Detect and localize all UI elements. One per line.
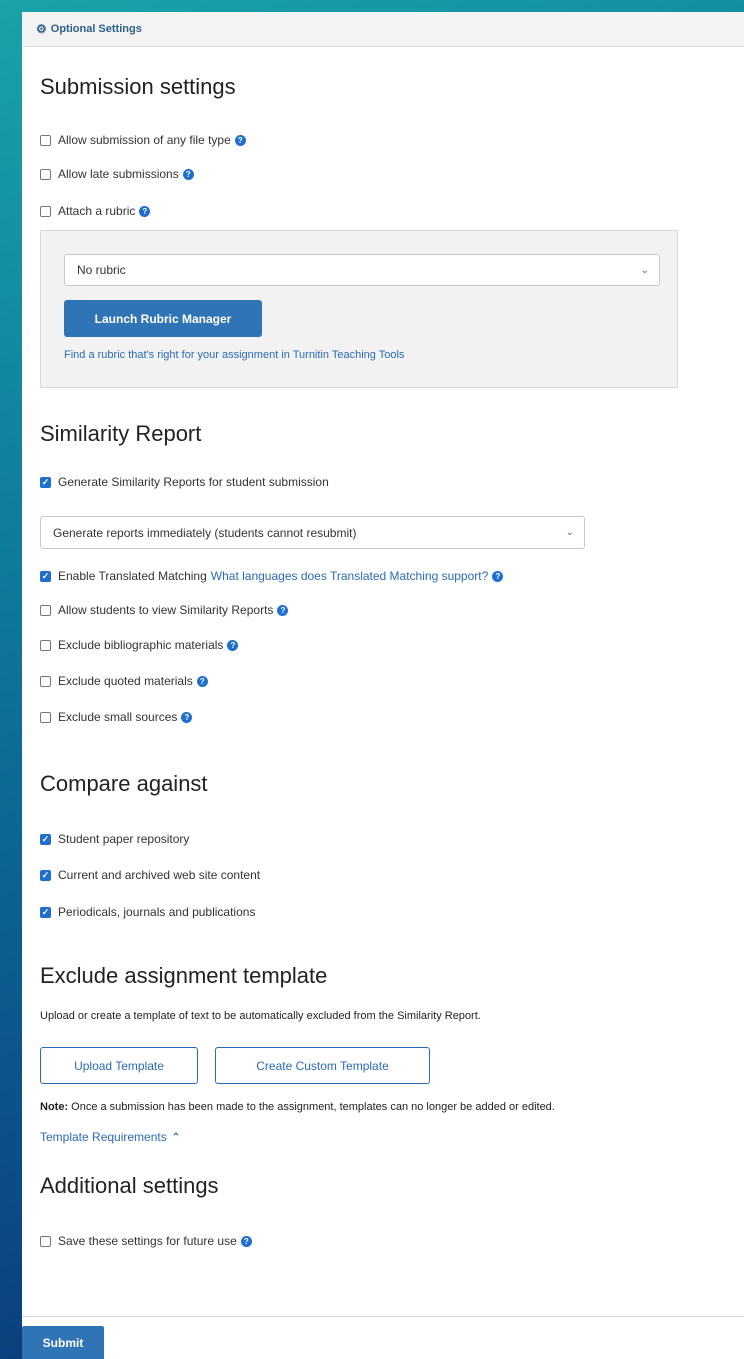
note-text: Once a submission has been made to the a… [68, 1101, 555, 1113]
similarity-report-heading: Similarity Report [40, 421, 202, 446]
option-exclude-small-sources[interactable]: Exclude small sources ? [40, 710, 193, 724]
help-icon[interactable]: ? [182, 168, 194, 180]
help-icon[interactable]: ? [181, 711, 193, 723]
generate-reports-checkbox[interactable] [40, 476, 51, 488]
option-attach-rubric[interactable]: Attach a rubric ? [40, 204, 151, 218]
option-save-settings[interactable]: Save these settings for future use ? [40, 1234, 252, 1248]
gear-icon: ⚙ [36, 22, 47, 36]
header-title: Optional Settings [50, 23, 142, 35]
option-label: Save these settings for future use [58, 1234, 237, 1248]
submission-settings-heading: Submission settings [40, 74, 236, 99]
option-any-file-type[interactable]: Allow submission of any file type ? [40, 133, 246, 147]
option-label: Periodicals, journals and publications [58, 905, 256, 919]
note-label: Note: [40, 1101, 69, 1113]
option-exclude-bibliographic[interactable]: Exclude bibliographic materials ? [40, 638, 239, 652]
upload-template-button[interactable]: Upload Template [40, 1047, 198, 1084]
option-exclude-quoted[interactable]: Exclude quoted materials ? [40, 674, 208, 688]
rubric-select[interactable]: No rubric ⌄ [64, 254, 660, 286]
option-periodicals[interactable]: Periodicals, journals and publications [40, 905, 255, 919]
chevron-down-icon: ⌄ [565, 527, 574, 538]
template-requirements-label: Template Requirements [40, 1130, 167, 1144]
late-submissions-checkbox[interactable] [40, 168, 51, 180]
option-label: Exclude quoted materials [58, 674, 193, 688]
option-label: Student paper repository [58, 832, 190, 846]
help-icon[interactable]: ? [234, 134, 246, 146]
chevron-up-icon: ⌃ [171, 1131, 181, 1143]
attach-rubric-checkbox[interactable] [40, 205, 51, 217]
option-label: Enable Translated Matching [58, 569, 207, 583]
any-file-type-checkbox[interactable] [40, 134, 51, 146]
option-translated-matching[interactable]: Enable Translated Matching What language… [40, 569, 504, 583]
exclude-quoted-checkbox[interactable] [40, 675, 51, 687]
translated-matching-languages-link[interactable]: What languages does Translated Matching … [211, 569, 489, 583]
template-note: Note: Once a submission has been made to… [40, 1101, 555, 1113]
option-label: Allow students to view Similarity Report… [58, 603, 274, 617]
option-label: Allow late submissions [58, 167, 179, 181]
help-icon[interactable]: ? [227, 639, 239, 651]
help-icon[interactable]: ? [277, 604, 289, 616]
template-requirements-link[interactable]: Template Requirements ⌃ [40, 1130, 180, 1144]
option-student-paper-repository[interactable]: Student paper repository [40, 832, 189, 846]
rubric-panel: No rubric ⌄ Launch Rubric Manager Find a… [40, 230, 678, 388]
submit-button[interactable]: Submit [22, 1326, 104, 1359]
turnitin-rubric-link[interactable]: Find a rubric that's right for your assi… [64, 349, 404, 361]
web-content-checkbox[interactable] [40, 869, 51, 881]
student-paper-repository-checkbox[interactable] [40, 833, 51, 845]
option-label: Exclude small sources [58, 710, 178, 724]
additional-settings-heading: Additional settings [40, 1173, 219, 1198]
exclude-small-sources-checkbox[interactable] [40, 711, 51, 723]
periodicals-checkbox[interactable] [40, 906, 51, 918]
report-generation-select[interactable]: Generate reports immediately (students c… [40, 516, 585, 549]
compare-against-heading: Compare against [40, 771, 208, 796]
option-generate-reports[interactable]: Generate Similarity Reports for student … [40, 475, 329, 489]
help-icon[interactable]: ? [139, 205, 151, 217]
save-settings-checkbox[interactable] [40, 1235, 51, 1247]
settings-panel: ⚙ Optional Settings Submission settings … [22, 12, 744, 1359]
option-label: Current and archived web site content [58, 868, 261, 882]
option-label: Allow submission of any file type [58, 133, 231, 147]
launch-rubric-manager-button[interactable]: Launch Rubric Manager [64, 300, 262, 337]
optional-settings-header[interactable]: ⚙ Optional Settings [22, 12, 744, 47]
translated-matching-checkbox[interactable] [40, 570, 51, 582]
help-icon[interactable]: ? [240, 1235, 252, 1247]
report-select-value: Generate reports immediately (students c… [53, 525, 357, 540]
exclude-bibliographic-checkbox[interactable] [40, 639, 51, 651]
option-web-content[interactable]: Current and archived web site content [40, 868, 260, 882]
create-custom-template-button[interactable]: Create Custom Template [215, 1047, 430, 1084]
help-icon[interactable]: ? [196, 675, 208, 687]
option-label: Generate Similarity Reports for student … [58, 475, 329, 489]
option-late-submissions[interactable]: Allow late submissions ? [40, 167, 194, 181]
footer-divider [22, 1316, 744, 1317]
chevron-down-icon: ⌄ [640, 264, 649, 276]
help-icon[interactable]: ? [492, 570, 504, 582]
option-label: Exclude bibliographic materials [58, 638, 224, 652]
option-label: Attach a rubric [58, 204, 136, 218]
students-view-reports-checkbox[interactable] [40, 604, 51, 616]
option-students-view-reports[interactable]: Allow students to view Similarity Report… [40, 603, 289, 617]
template-description: Upload or create a template of text to b… [40, 1010, 481, 1022]
rubric-select-value: No rubric [77, 263, 126, 277]
exclude-template-heading: Exclude assignment template [40, 963, 328, 988]
